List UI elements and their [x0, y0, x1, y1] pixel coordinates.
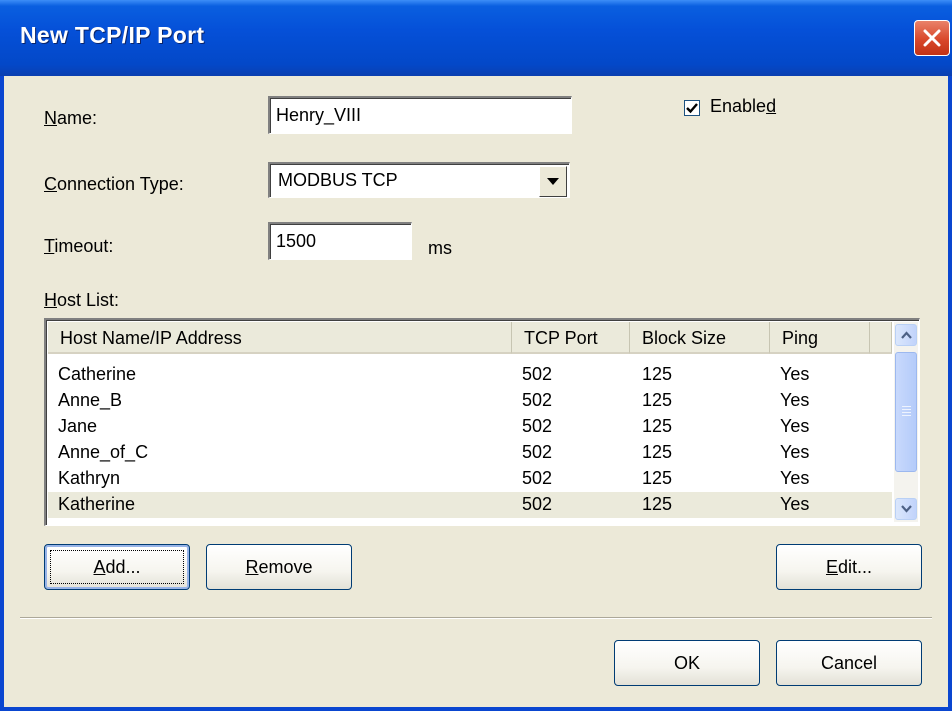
- host-cell: Anne_B: [58, 390, 123, 410]
- timeout-label: Timeout:: [44, 236, 114, 256]
- ping-cell: Yes: [780, 442, 810, 462]
- close-icon: [923, 29, 941, 47]
- scroll-grip-line: [902, 412, 911, 413]
- ok-button-label: OK: [673, 653, 700, 673]
- host-cell: Katherine: [58, 494, 136, 514]
- name-label: Name:: [44, 108, 98, 128]
- ping-cell: Yes: [780, 416, 810, 436]
- name-label-rest: ame:: [57, 108, 98, 128]
- ping-cell: Yes: [780, 468, 810, 488]
- port-cell: 502: [522, 364, 553, 384]
- scroll-grip-line: [902, 409, 911, 410]
- port-cell: 502: [522, 494, 553, 514]
- port-cell: 502: [522, 416, 553, 436]
- ping-cell: Yes: [780, 390, 810, 410]
- remove-button[interactable]: Remove: [206, 544, 352, 590]
- add-button-label: Add...: [93, 557, 141, 577]
- list-item[interactable]: Jane 502 125 Yes: [48, 414, 892, 440]
- port-cell: 502: [522, 442, 553, 462]
- enabled-checkbox[interactable]: [684, 100, 700, 116]
- ok-button[interactable]: OK: [614, 640, 760, 686]
- chevron-down-icon: [547, 178, 559, 185]
- host-cell: Kathryn: [58, 468, 121, 488]
- scroll-grip-line: [902, 415, 911, 416]
- block-size-cell: 125: [642, 390, 673, 410]
- connection-type-dropdown[interactable]: MODBUS TCP: [268, 162, 570, 198]
- cancel-button-label: Cancel: [820, 653, 878, 673]
- close-button[interactable]: [914, 20, 950, 56]
- chevron-down-icon: [901, 505, 912, 513]
- edit-button[interactable]: Edit...: [776, 544, 922, 590]
- connection-type-value: MODBUS TCP: [278, 170, 398, 190]
- edit-button-label: Edit...: [825, 557, 873, 577]
- host-cell: Jane: [58, 416, 98, 436]
- block-size-cell: 125: [642, 468, 673, 488]
- remove-button-label: Remove: [245, 557, 313, 577]
- list-item[interactable]: Anne_B 502 125 Yes: [48, 388, 892, 414]
- list-item[interactable]: Catherine 502 125 Yes: [48, 362, 892, 388]
- scroll-down-button[interactable]: [895, 498, 917, 520]
- column-header-host[interactable]: Host Name/IP Address: [48, 322, 512, 354]
- cancel-button[interactable]: Cancel: [776, 640, 922, 686]
- list-item[interactable]: Anne_of_C 502 125 Yes: [48, 440, 892, 466]
- chevron-up-icon: [901, 331, 912, 339]
- enabled-label[interactable]: Enabled: [710, 96, 776, 117]
- port-cell: 502: [522, 390, 553, 410]
- window-title: New TCP/IP Port: [20, 22, 205, 48]
- title-bar[interactable]: New TCP/IP Port: [0, 0, 952, 76]
- block-size-cell: 125: [642, 442, 673, 462]
- name-field[interactable]: [268, 96, 572, 134]
- column-header-filler: [870, 322, 892, 354]
- checkmark-icon: [686, 103, 698, 114]
- window-frame-bottom: [0, 707, 952, 711]
- add-button[interactable]: Add...: [44, 544, 190, 590]
- scroll-up-button[interactable]: [895, 324, 917, 346]
- connection-type-label: Connection Type:: [44, 174, 184, 194]
- timeout-unit: ms: [428, 238, 452, 258]
- host-cell: Anne_of_C: [58, 442, 149, 462]
- host-list-label: Host List:: [44, 290, 120, 310]
- host-list-header: Host Name/IP Address TCP Port Block Size…: [48, 322, 892, 354]
- scroll-thumb[interactable]: [895, 352, 917, 472]
- block-size-cell: 125: [642, 416, 673, 436]
- scroll-grip-line: [902, 406, 911, 407]
- column-header-tcp-port[interactable]: TCP Port: [512, 322, 630, 354]
- host-list[interactable]: Host Name/IP Address TCP Port Block Size…: [44, 318, 920, 526]
- dialog-window: New TCP/IP Port Name: Enabled Connection…: [0, 0, 952, 711]
- column-header-ping[interactable]: Ping: [770, 322, 870, 354]
- list-item-selected[interactable]: Katherine 502 125 Yes: [48, 492, 892, 518]
- dropdown-button[interactable]: [539, 166, 567, 197]
- window-frame-right: [948, 76, 952, 711]
- block-size-cell: 125: [642, 364, 673, 384]
- vertical-scrollbar[interactable]: [894, 322, 918, 522]
- ping-cell: Yes: [780, 494, 810, 514]
- column-header-block-size[interactable]: Block Size: [630, 322, 770, 354]
- timeout-field[interactable]: [268, 222, 412, 260]
- list-item[interactable]: Kathryn 502 125 Yes: [48, 466, 892, 492]
- ping-cell: Yes: [780, 364, 810, 384]
- separator: [20, 617, 932, 619]
- window-frame-left: [0, 76, 4, 711]
- block-size-cell: 125: [642, 494, 673, 514]
- host-cell: Catherine: [58, 364, 137, 384]
- port-cell: 502: [522, 468, 553, 488]
